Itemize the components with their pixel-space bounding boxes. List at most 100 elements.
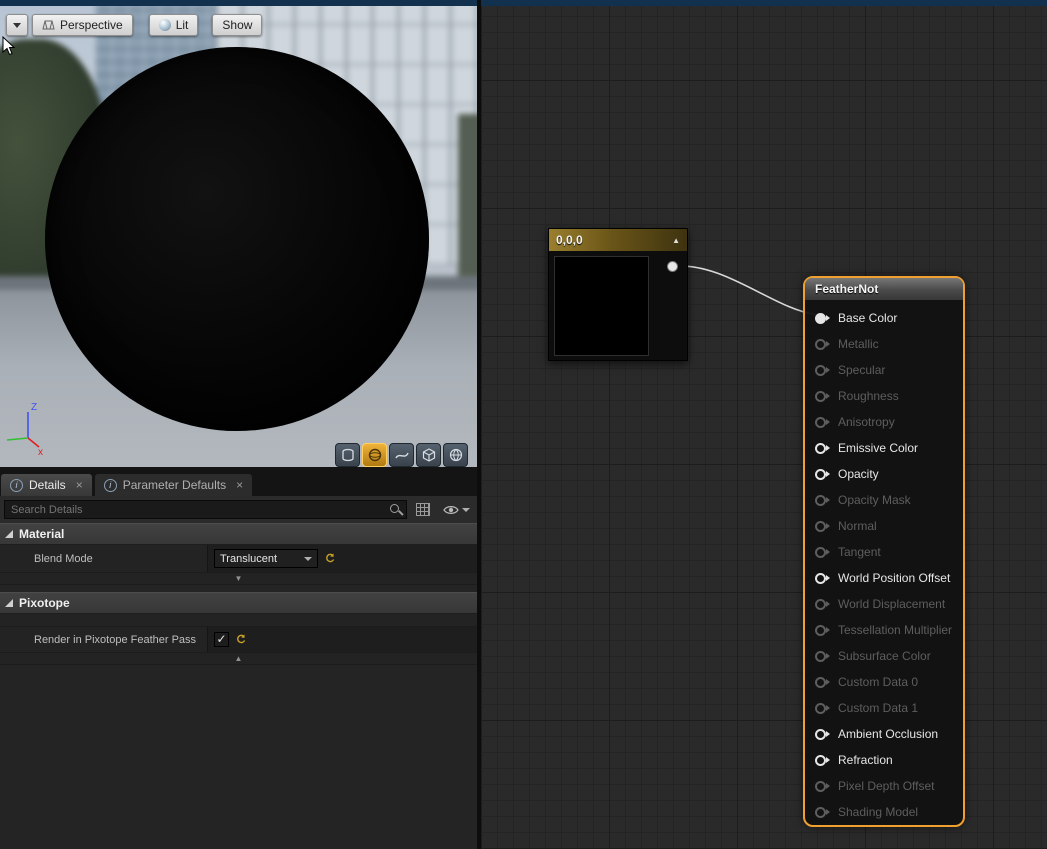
cylinder-preview-button[interactable] <box>335 443 360 467</box>
pin-label: World Position Offset <box>838 571 950 585</box>
material-input-pin[interactable]: Custom Data 0 <box>805 669 963 695</box>
pin-label: Base Color <box>838 311 897 325</box>
viewport-options-button[interactable] <box>6 14 28 36</box>
advanced-expander[interactable]: ▼ <box>0 573 477 585</box>
material-sphere-preview-button[interactable] <box>443 443 468 467</box>
material-input-pin[interactable]: Custom Data 1 <box>805 695 963 721</box>
pin-label: Ambient Occlusion <box>838 727 938 741</box>
material-input-pin[interactable]: Roughness <box>805 383 963 409</box>
cube-icon <box>421 447 437 463</box>
collapse-icon[interactable]: ▲ <box>672 236 680 245</box>
constant-output-pin[interactable] <box>667 261 678 272</box>
sphere-preview-button[interactable] <box>362 443 387 467</box>
material-input-pin[interactable]: Ambient Occlusion <box>805 721 963 747</box>
blend-mode-label: Blend Mode <box>0 545 207 572</box>
reset-to-default-icon[interactable] <box>235 634 246 645</box>
collapse-expander[interactable]: ▲ <box>0 653 477 665</box>
plane-preview-button[interactable] <box>389 443 414 467</box>
constant-node-title: 0,0,0 <box>556 233 583 247</box>
pin-circle-icon[interactable] <box>815 703 826 714</box>
pin-circle-icon[interactable] <box>815 677 826 688</box>
search-icon <box>390 504 399 513</box>
material-input-pin[interactable]: World Displacement <box>805 591 963 617</box>
pin-label: Specular <box>838 363 885 377</box>
pin-label: Shading Model <box>838 805 918 819</box>
property-matrix-button[interactable] <box>412 499 434 520</box>
pin-circle-icon[interactable] <box>815 313 826 324</box>
preview-mesh-buttons <box>335 443 468 467</box>
show-label: Show <box>222 18 252 32</box>
pin-circle-icon[interactable] <box>815 599 826 610</box>
pin-circle-icon[interactable] <box>815 755 826 766</box>
details-search-row <box>0 496 477 523</box>
material-input-pin[interactable]: Base Color <box>805 305 963 331</box>
tab-details[interactable]: i Details × <box>1 474 92 496</box>
section-material[interactable]: Material <box>0 523 477 545</box>
pin-circle-icon[interactable] <box>815 495 826 506</box>
unreal-material-editor: Perspective Lit Show Z x <box>0 0 1047 849</box>
axis-gizmo: Z x <box>4 398 56 456</box>
material-input-pin[interactable]: Shading Model <box>805 799 963 825</box>
chevron-down-icon <box>13 23 21 28</box>
pin-label: Normal <box>838 519 877 533</box>
section-pixotope[interactable]: Pixotope <box>0 592 477 614</box>
material-input-pin[interactable]: World Position Offset <box>805 565 963 591</box>
material-input-pin[interactable]: Specular <box>805 357 963 383</box>
material-input-pin[interactable]: Opacity Mask <box>805 487 963 513</box>
material-input-pin[interactable]: Tangent <box>805 539 963 565</box>
view-options-button[interactable] <box>439 499 474 520</box>
pin-circle-icon[interactable] <box>815 443 826 454</box>
tab-label: Parameter Defaults <box>123 478 226 492</box>
pin-circle-icon[interactable] <box>815 391 826 402</box>
pin-circle-icon[interactable] <box>815 521 826 532</box>
pin-circle-icon[interactable] <box>815 573 826 584</box>
material-graph-canvas[interactable]: 0,0,0 ▲ FeatherNot Base Color <box>481 6 1047 849</box>
pin-circle-icon[interactable] <box>815 729 826 740</box>
material-input-pin[interactable]: Tessellation Multiplier <box>805 617 963 643</box>
tab-parameter-defaults[interactable]: i Parameter Defaults × <box>95 474 252 496</box>
pin-circle-icon[interactable] <box>815 339 826 350</box>
pin-circle-icon[interactable] <box>815 547 826 558</box>
material-input-pin[interactable]: Pixel Depth Offset <box>805 773 963 799</box>
spacer <box>0 585 477 592</box>
blank-row <box>0 614 477 627</box>
cube-preview-button[interactable] <box>416 443 441 467</box>
material-input-pin[interactable]: Emissive Color <box>805 435 963 461</box>
z-axis-label: Z <box>31 402 37 413</box>
blend-mode-row: Blend Mode Translucent <box>0 545 477 573</box>
material-input-pin[interactable]: Refraction <box>805 747 963 773</box>
pin-circle-icon[interactable] <box>815 469 826 480</box>
chevron-up-icon: ▲ <box>235 654 243 663</box>
pin-circle-icon[interactable] <box>815 651 826 662</box>
pin-label: Custom Data 1 <box>838 701 918 715</box>
material-input-pin[interactable]: Anisotropy <box>805 409 963 435</box>
close-icon[interactable]: × <box>236 478 243 492</box>
lit-button[interactable]: Lit <box>149 14 199 36</box>
material-output-header[interactable]: FeatherNot <box>805 278 963 300</box>
feather-pass-checkbox[interactable]: ✓ <box>214 632 229 647</box>
show-button[interactable]: Show <box>212 14 262 36</box>
material-output-node[interactable]: FeatherNot Base Color Metallic <box>803 276 965 827</box>
chevron-down-icon <box>304 557 312 561</box>
blend-mode-dropdown[interactable]: Translucent <box>214 549 318 568</box>
close-icon[interactable]: × <box>76 478 83 492</box>
pin-circle-icon[interactable] <box>815 365 826 376</box>
pin-circle-icon[interactable] <box>815 417 826 428</box>
material-input-pin[interactable]: Subsurface Color <box>805 643 963 669</box>
material-input-pin[interactable]: Opacity <box>805 461 963 487</box>
reset-to-default-icon[interactable] <box>324 553 335 564</box>
pin-label: World Displacement <box>838 597 945 611</box>
material-input-pin[interactable]: Normal <box>805 513 963 539</box>
pin-circle-icon[interactable] <box>815 781 826 792</box>
constant-node[interactable]: 0,0,0 ▲ <box>548 228 688 361</box>
perspective-button[interactable]: Perspective <box>32 14 133 36</box>
section-title: Pixotope <box>19 596 70 610</box>
details-panel: i Details × i Parameter Defaults × <box>0 467 477 849</box>
preview-viewport[interactable]: Perspective Lit Show Z x <box>0 6 477 467</box>
constant-node-header[interactable]: 0,0,0 ▲ <box>549 229 687 251</box>
pin-circle-icon[interactable] <box>815 807 826 818</box>
pin-label: Anisotropy <box>838 415 895 429</box>
pin-circle-icon[interactable] <box>815 625 826 636</box>
search-input[interactable] <box>4 500 407 519</box>
material-input-pin[interactable]: Metallic <box>805 331 963 357</box>
